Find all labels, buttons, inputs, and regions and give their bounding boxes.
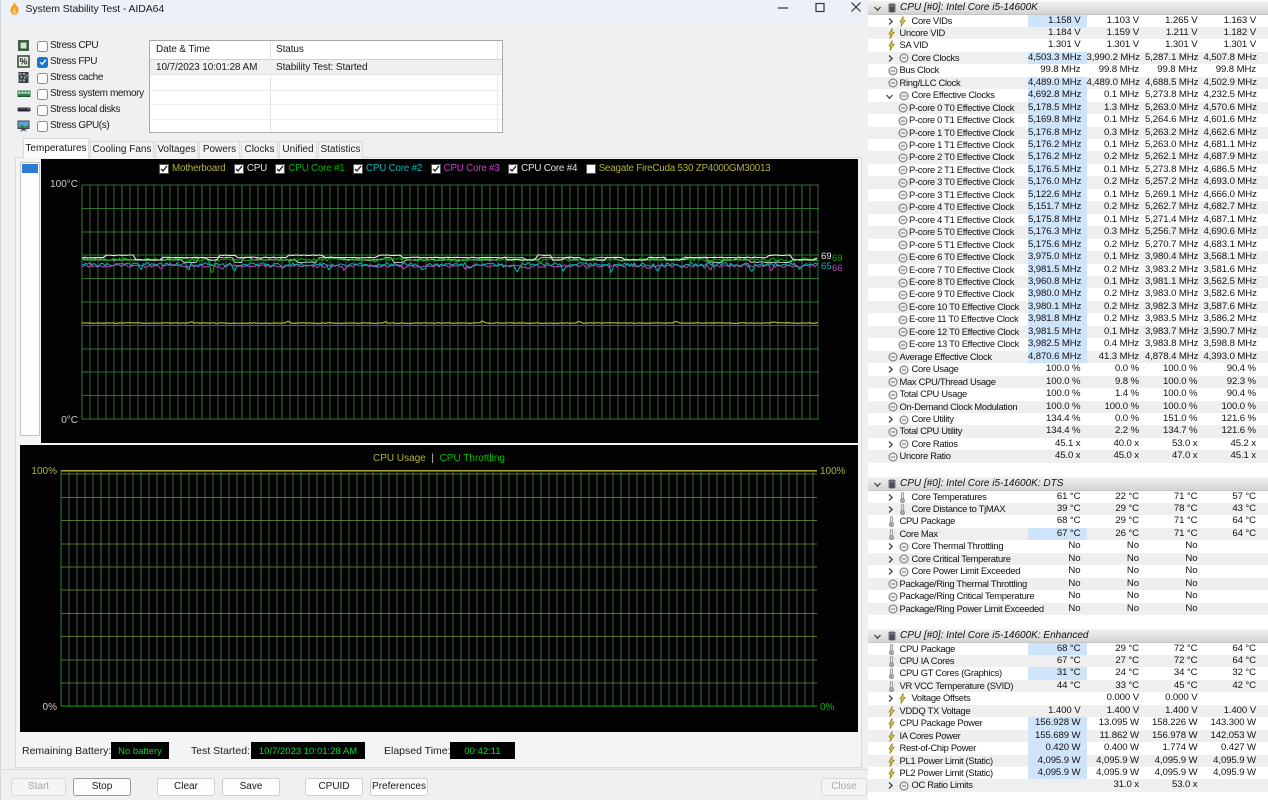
svg-text:%: %	[19, 57, 27, 67]
svg-text:100%: 100%	[31, 466, 57, 477]
svg-text:66: 66	[832, 263, 843, 274]
svg-text:100%: 100%	[820, 466, 846, 477]
svg-text:0%: 0%	[820, 702, 835, 713]
svg-text:0%: 0%	[43, 702, 58, 713]
svg-text:100°C: 100°C	[50, 179, 78, 190]
svg-text:65: 65	[821, 261, 832, 272]
svg-text:0°C: 0°C	[61, 415, 78, 426]
